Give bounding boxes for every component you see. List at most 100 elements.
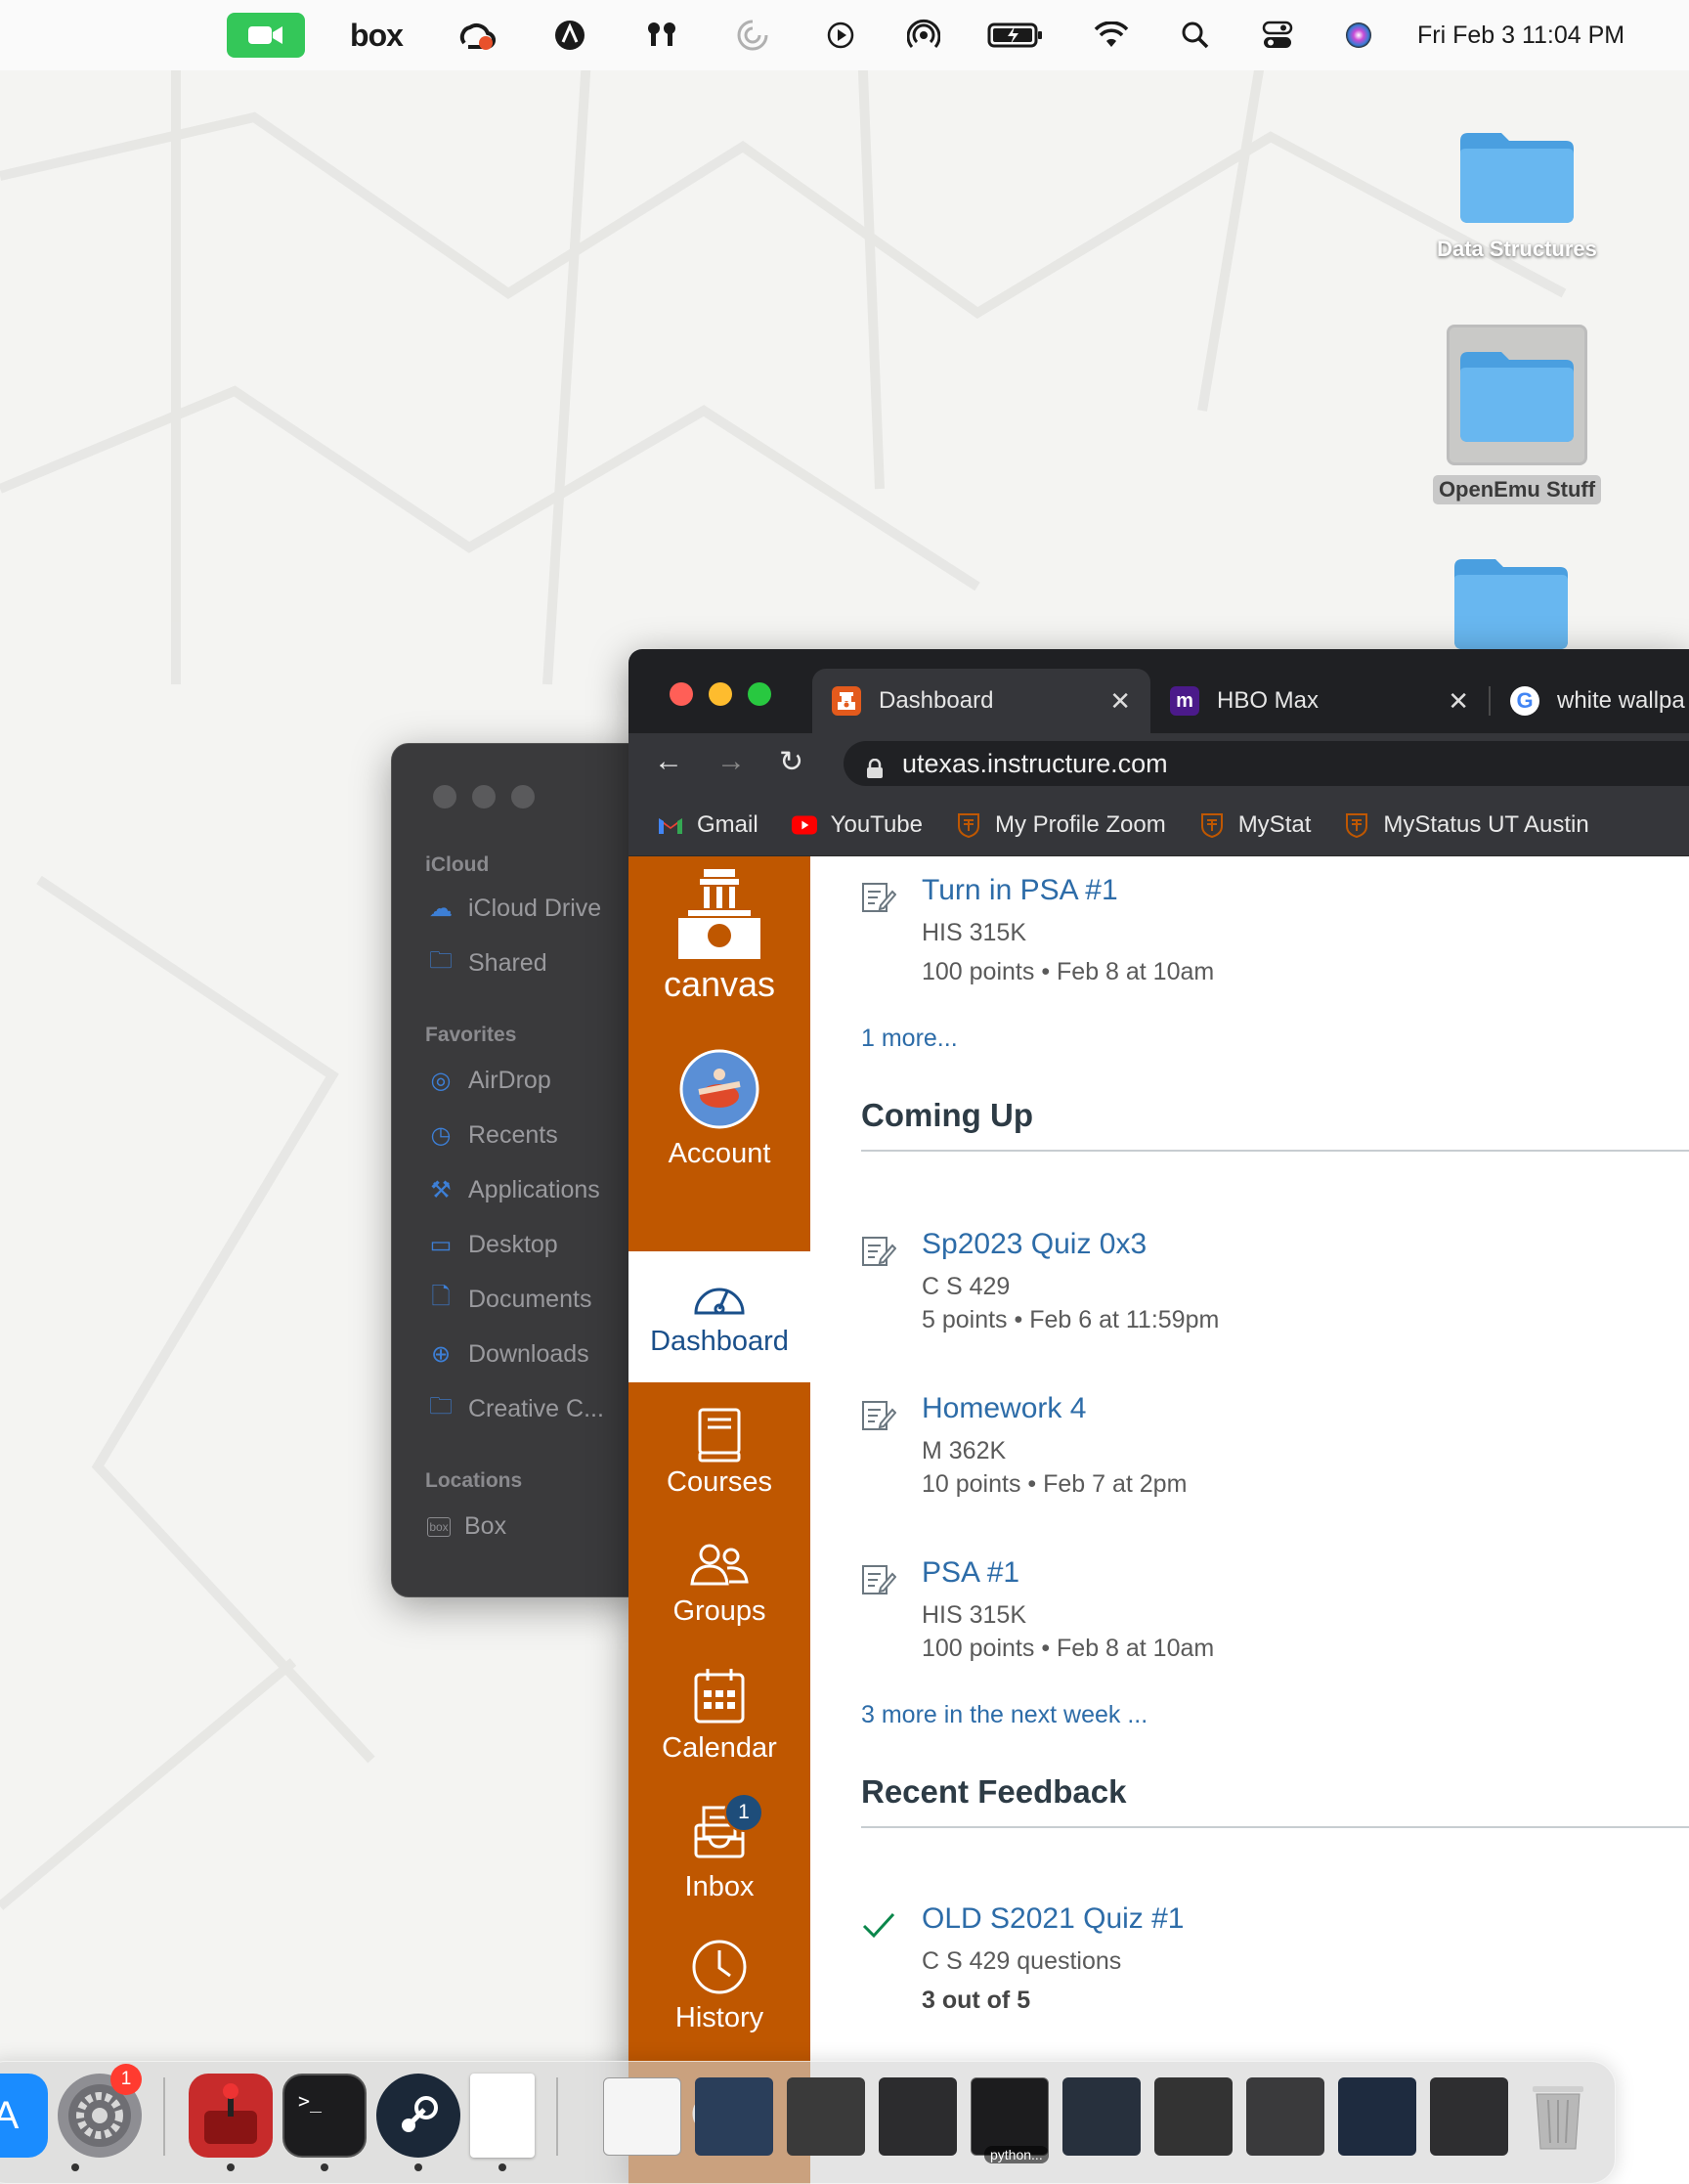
todo-item[interactable]: Turn in PSA #1 HIS 315K 100 points • Feb… — [861, 874, 1689, 991]
creative-cloud-icon[interactable] — [452, 0, 500, 70]
tab-close-icon[interactable]: ✕ — [1448, 686, 1469, 717]
forward-arrow-icon[interactable]: → — [716, 745, 746, 778]
airpods-icon[interactable] — [637, 0, 686, 70]
nav-dashboard[interactable]: Dashboard — [628, 1251, 810, 1382]
nav-groups[interactable]: Groups — [628, 1533, 810, 1640]
nav-history[interactable]: History — [628, 1932, 810, 2049]
minimized-window-facetime[interactable] — [787, 2077, 865, 2156]
sidebar-item-downloads[interactable]: ⊕ Downloads — [427, 1340, 589, 1369]
trash-icon[interactable] — [1524, 2074, 1592, 2158]
sidebar-item-box[interactable]: box Box — [427, 1512, 506, 1541]
siri-icon[interactable] — [1334, 0, 1383, 70]
todo-title[interactable]: Turn in PSA #1 — [922, 874, 1118, 907]
zoom-button[interactable] — [511, 785, 535, 808]
search-icon[interactable] — [1171, 0, 1220, 70]
desktop-icon-label: Data Structures — [1437, 237, 1597, 261]
chrome-window[interactable]: Dashboard ✕ m HBO Max ✕ G white wallpa ←… — [628, 649, 1689, 2184]
coming-up-title[interactable]: PSA #1 — [922, 1556, 1019, 1590]
coming-up-title[interactable]: Sp2023 Quiz 0x3 — [922, 1228, 1147, 1261]
airdrop-icon[interactable] — [899, 0, 948, 70]
app-store-icon[interactable]: A — [0, 2074, 48, 2158]
nav-inbox[interactable]: Inbox 1 — [628, 1793, 810, 1920]
minimize-button[interactable] — [709, 682, 732, 706]
tab-hbo-max[interactable]: m HBO Max ✕ — [1150, 669, 1489, 733]
coming-up-course: C S 429 — [922, 1273, 1011, 1300]
sidebar-item-recents[interactable]: ◷ Recents — [427, 1121, 558, 1150]
wifi-icon[interactable] — [1087, 0, 1136, 70]
bookmark-mystatus-ut-austin[interactable]: MyStatus UT Austin — [1344, 811, 1589, 839]
tab-dashboard[interactable]: Dashboard ✕ — [812, 669, 1150, 733]
joystick-app-icon[interactable] — [189, 2074, 273, 2158]
sidebar-item-documents[interactable]: 🗋 Documents — [427, 1284, 591, 1314]
coming-up-item[interactable]: Sp2023 Quiz 0x3 C S 429 5 points • Feb 6… — [861, 1228, 1689, 1333]
box-icon[interactable]: box — [347, 0, 406, 70]
bookmark-mystat[interactable]: MyStat — [1199, 811, 1311, 839]
steam-icon[interactable] — [376, 2074, 460, 2158]
tab-strip: Dashboard ✕ m HBO Max ✕ G white wallpa — [628, 649, 1689, 733]
feedback-item[interactable]: OLD S2021 Quiz #1 C S 429 questions 3 ou… — [861, 1902, 1689, 2014]
coming-up-course: HIS 315K — [922, 1601, 1027, 1629]
minimized-window-joystick[interactable] — [1246, 2077, 1324, 2156]
clock-icon — [628, 1932, 810, 2002]
youtube-icon — [791, 812, 817, 838]
tab-white-wallpaper[interactable]: G white wallpa — [1491, 669, 1689, 733]
coming-up-item[interactable]: PSA #1 HIS 315K 100 points • Feb 8 at 10… — [861, 1556, 1689, 1662]
reload-icon[interactable]: ↻ — [779, 745, 803, 779]
text-document-icon[interactable] — [470, 2074, 535, 2158]
finder-window[interactable]: iCloud ☁ iCloud Drive 🗀 Shared Favorites ◎… — [391, 743, 645, 1597]
coming-up-more-link[interactable]: 3 more in the next week ... — [861, 1701, 1148, 1729]
minimized-window-steam[interactable] — [1338, 2077, 1416, 2156]
desktop-icon-label: OpenEmu Stuff — [1432, 475, 1602, 504]
minimized-window-maps[interactable] — [695, 2077, 773, 2156]
minimized-window-chrome-doc[interactable] — [603, 2077, 681, 2156]
sidebar-item-icloud-drive[interactable]: ☁ iCloud Drive — [427, 895, 601, 923]
close-button[interactable] — [670, 682, 693, 706]
sidebar-item-airdrop[interactable]: ◎ AirDrop — [427, 1067, 551, 1095]
canvas-todo-panel: Turn in PSA #1 HIS 315K 100 points • Feb… — [810, 856, 1689, 2184]
sidebar-item-creative-cloud[interactable]: 🗀 Creative C... — [427, 1393, 604, 1423]
feedback-title[interactable]: OLD S2021 Quiz #1 — [922, 1902, 1185, 1936]
zoom-button[interactable] — [748, 682, 771, 706]
vpn-icon[interactable] — [545, 0, 594, 70]
inbox-unread-badge: 1 — [724, 1793, 763, 1832]
sidebar-item-desktop[interactable]: ▭ Desktop — [427, 1231, 558, 1259]
address-bar[interactable]: utexas.instructure.com — [844, 741, 1689, 786]
bookmark-youtube[interactable]: YouTube — [791, 811, 923, 839]
close-button[interactable] — [433, 785, 456, 808]
battery-icon[interactable] — [982, 0, 1051, 70]
tab-close-icon[interactable]: ✕ — [1109, 686, 1131, 717]
desktop-folder-openemu-stuff[interactable]: OpenEmu Stuff — [1429, 325, 1605, 504]
dock-divider — [556, 2077, 558, 2156]
sidebar-item-applications[interactable]: ⚒ Applications — [427, 1176, 600, 1204]
minimized-window-photos[interactable] — [1430, 2077, 1508, 2156]
gmail-icon — [658, 812, 683, 838]
menubar-clock[interactable]: Fri Feb 3 11:04 PM — [1417, 0, 1671, 70]
nav-account[interactable]: Account — [628, 1048, 810, 1185]
control-center-icon[interactable] — [1253, 0, 1302, 70]
sidebar-item-shared[interactable]: 🗀 Shared — [427, 947, 547, 978]
minimized-window-python[interactable] — [971, 2077, 1049, 2156]
back-arrow-icon[interactable]: ← — [654, 745, 683, 778]
minimized-window-mail[interactable] — [1154, 2077, 1233, 2156]
coming-up-course: M 362K — [922, 1437, 1007, 1464]
folder-icon — [1452, 553, 1570, 651]
desktop-folder-partial[interactable] — [1423, 553, 1599, 651]
coming-up-item[interactable]: Homework 4 M 362K 10 points • Feb 7 at 2… — [861, 1392, 1689, 1498]
minimized-window-messages[interactable] — [1062, 2077, 1141, 2156]
desktop-folder-data-structures[interactable]: Data Structures — [1429, 127, 1605, 264]
nav-courses[interactable]: Courses — [628, 1404, 810, 1511]
todo-more-link[interactable]: 1 more... — [861, 1025, 958, 1053]
canvas-logo[interactable]: canvas — [628, 869, 810, 1017]
todo-course: HIS 315K — [922, 919, 1027, 946]
loading-icon — [728, 0, 777, 70]
coming-up-title[interactable]: Homework 4 — [922, 1392, 1086, 1425]
minimized-window-settings[interactable] — [879, 2077, 957, 2156]
play-icon[interactable] — [816, 0, 865, 70]
finder-window-controls — [433, 785, 535, 808]
facetime-menu-item[interactable] — [227, 0, 305, 70]
bookmark-gmail[interactable]: Gmail — [658, 811, 758, 839]
minimize-button[interactable] — [472, 785, 496, 808]
bookmark-my-profile-zoom[interactable]: My Profile Zoom — [956, 811, 1166, 839]
nav-calendar[interactable]: Calendar — [628, 1658, 810, 1775]
terminal-icon[interactable]: >_ — [282, 2074, 367, 2158]
